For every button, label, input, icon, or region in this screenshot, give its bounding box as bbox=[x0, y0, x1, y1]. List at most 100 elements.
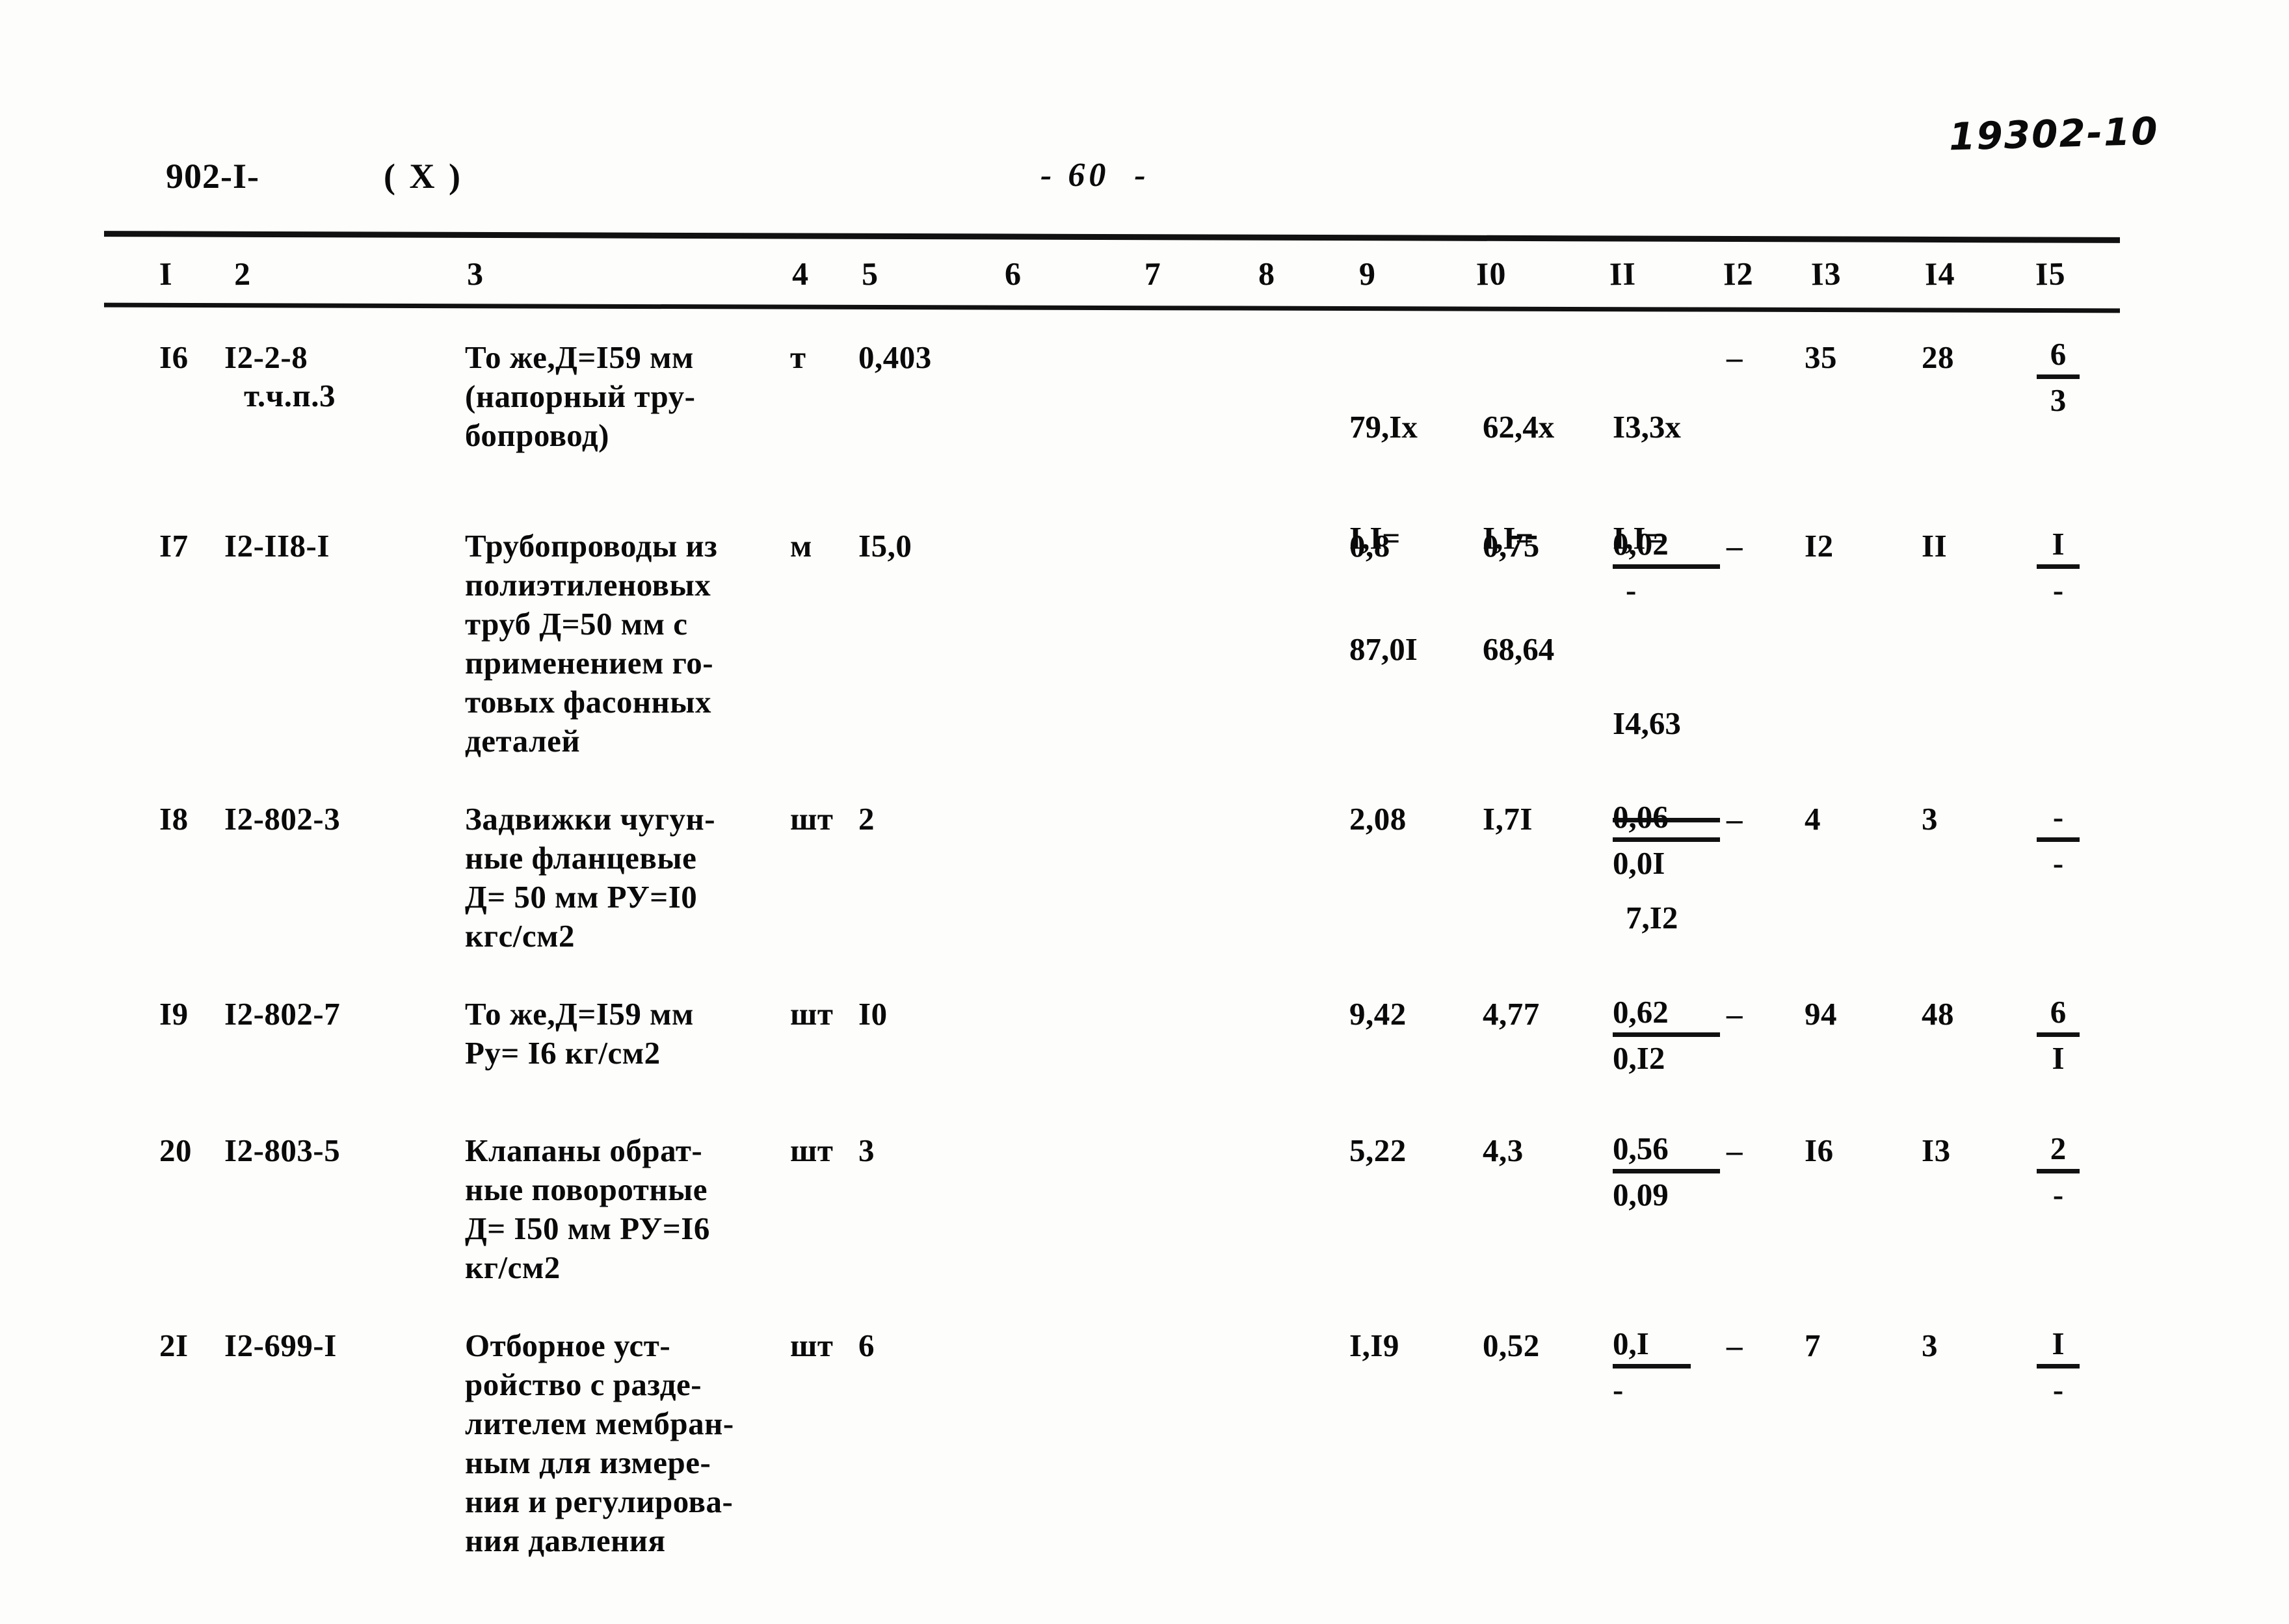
col12-value: – bbox=[1727, 528, 1743, 564]
col9-value: 5,22 bbox=[1349, 1133, 1407, 1168]
col10-value: 4,77 bbox=[1483, 996, 1540, 1032]
item-code: I2-II8-I bbox=[224, 528, 330, 564]
col12-value: – bbox=[1727, 339, 1743, 375]
col11-fraction: 0,06 0,0I bbox=[1613, 798, 1723, 882]
table-row: I7 I2-II8-I Трубопроводы из полиэтиленов… bbox=[0, 525, 2289, 800]
item-description: То же,Д=I59 мм (напорный тру- бопровод) bbox=[465, 339, 696, 453]
col9-value: I,I9 bbox=[1349, 1328, 1399, 1363]
column-header-5: 5 bbox=[861, 255, 879, 293]
col15-numerator: 2 bbox=[2050, 1131, 2067, 1166]
column-header-9: 9 bbox=[1358, 255, 1377, 293]
row-number: I7 bbox=[159, 528, 189, 564]
column-header-3: 3 bbox=[466, 255, 484, 293]
col9-value: 0,8 bbox=[1349, 528, 1390, 564]
col15-denominator: - bbox=[2052, 572, 2064, 608]
row-number: 2I bbox=[159, 1328, 189, 1363]
col13-value: 7 bbox=[1805, 1328, 1821, 1363]
col13-value: I2 bbox=[1805, 528, 1834, 564]
col15-denominator: - bbox=[2052, 1177, 2064, 1212]
col15-fraction-bar bbox=[2037, 837, 2080, 842]
row-number: 20 bbox=[159, 1133, 192, 1168]
col11-fraction: 0,62 0,I2 bbox=[1613, 993, 1723, 1077]
col11-fraction-bar bbox=[1613, 837, 1720, 842]
column-header-8: 8 bbox=[1258, 255, 1276, 293]
col11-fraction: 0,02 - bbox=[1613, 525, 1723, 609]
row-number: I9 bbox=[159, 996, 189, 1032]
col12-value: – bbox=[1727, 801, 1743, 837]
col11-numerator: 0,06 bbox=[1613, 799, 1669, 835]
unit: м bbox=[790, 528, 812, 564]
column-header-7: 7 bbox=[1144, 255, 1162, 293]
row-number: I8 bbox=[159, 801, 189, 837]
col11-numerator: 0,62 bbox=[1613, 994, 1669, 1030]
col11-fraction-bar bbox=[1613, 564, 1720, 569]
item-description: Трубопроводы из полиэтиленовых труб Д=50… bbox=[465, 528, 718, 759]
col15-fraction-bar bbox=[2037, 564, 2080, 569]
col11-numerator: 0,56 bbox=[1613, 1131, 1669, 1166]
col11-denominator: - bbox=[1613, 1372, 1624, 1408]
col12-value: – bbox=[1727, 1328, 1743, 1363]
quantity: 2 bbox=[858, 801, 875, 837]
col15-numerator: - bbox=[2052, 799, 2064, 835]
document-code: 902-I- bbox=[166, 157, 259, 196]
column-header-13: I3 bbox=[1810, 255, 1842, 293]
quantity: 3 bbox=[858, 1133, 875, 1168]
document-page: 902-I- ( X ) - 60 - 19302-10 I 2 3 4 5 6… bbox=[0, 0, 2289, 1624]
page-number: - 60 - bbox=[1040, 157, 1150, 194]
col11-numerator: 0,I bbox=[1613, 1326, 1649, 1361]
col10-value: 0,75 bbox=[1483, 528, 1540, 564]
col9-line1: 79,Ix bbox=[1349, 409, 1418, 445]
item-description: Задвижки чугун- ные фланцевые Д= 50 мм Р… bbox=[465, 801, 716, 954]
col11-denominator: 0,I2 bbox=[1613, 1040, 1665, 1076]
col11-numerator: 0,02 bbox=[1613, 526, 1669, 562]
col11-denominator: - bbox=[1626, 572, 1637, 608]
table-row: 2I I2-699-I Отборное уст- ройство с разд… bbox=[0, 1326, 2289, 1599]
quantity: 0,403 bbox=[858, 339, 932, 375]
col10-value: 0,52 bbox=[1483, 1328, 1540, 1363]
col15-denominator: - bbox=[2052, 845, 2064, 881]
unit: шт bbox=[790, 1133, 834, 1168]
quantity: 6 bbox=[858, 1328, 875, 1363]
item-description: Отборное уст- ройство с разде- лителем м… bbox=[465, 1328, 734, 1558]
column-header-6: 6 bbox=[1004, 255, 1022, 293]
col13-value: 4 bbox=[1805, 801, 1821, 837]
archive-stamp: 19302-10 bbox=[1948, 109, 2160, 159]
col11-fraction-bar bbox=[1613, 1169, 1720, 1173]
col12-value: – bbox=[1727, 1133, 1743, 1168]
col14-value: II bbox=[1922, 528, 1948, 564]
col11-fraction-bar bbox=[1613, 1364, 1691, 1369]
column-header-15: I5 bbox=[2035, 255, 2066, 293]
col15-denominator: I bbox=[2052, 1040, 2065, 1076]
col15-fraction-bar bbox=[2037, 374, 2080, 379]
table-row: I9 I2-802-7 То же,Д=I59 мм Ру= I6 кг/см2… bbox=[0, 993, 2289, 1131]
col15-denominator: - bbox=[2052, 1372, 2064, 1408]
unit: шт bbox=[790, 801, 834, 837]
item-description: Клапаны обрат- ные поворотные Д= I50 мм … bbox=[465, 1133, 710, 1285]
column-header-4: 4 bbox=[791, 255, 810, 293]
col15-fraction-bar bbox=[2037, 1169, 2080, 1173]
unit: шт bbox=[790, 996, 834, 1032]
page-header: 902-I- ( X ) - 60 - 19302-10 bbox=[0, 109, 2289, 229]
column-header-12: I2 bbox=[1723, 255, 1754, 293]
col15-fraction: - - bbox=[2035, 798, 2081, 882]
table-row: 20 I2-803-5 Клапаны обрат- ные поворотны… bbox=[0, 1131, 2289, 1326]
item-code: I2-699-I bbox=[224, 1328, 337, 1363]
col11-denominator: 0,09 bbox=[1613, 1177, 1669, 1212]
col15-fraction-bar bbox=[2037, 1364, 2080, 1369]
col10-line1: 62,4x bbox=[1483, 409, 1555, 445]
row-number: I6 bbox=[159, 339, 189, 375]
column-header-1: I bbox=[159, 255, 173, 293]
quantity: I0 bbox=[858, 996, 888, 1032]
col14-value: 3 bbox=[1922, 801, 1938, 837]
col13-value: 35 bbox=[1805, 339, 1837, 375]
item-code: I2-803-5 bbox=[224, 1133, 341, 1168]
document-variant: ( X ) bbox=[384, 157, 463, 196]
table-body: I6 I2-2-8 т.ч.п.3 То же,Д=I59 мм (напорн… bbox=[0, 336, 2289, 1599]
col15-fraction: I - bbox=[2035, 525, 2081, 609]
table-column-headers: I 2 3 4 5 6 7 8 9 I0 II I2 I3 I4 I5 bbox=[0, 255, 2289, 300]
unit: т bbox=[790, 339, 806, 375]
table-header-rule bbox=[103, 302, 2121, 313]
column-header-14: I4 bbox=[1924, 255, 1955, 293]
col15-numerator: I bbox=[2052, 526, 2065, 562]
col10-value: 4,3 bbox=[1483, 1133, 1524, 1168]
